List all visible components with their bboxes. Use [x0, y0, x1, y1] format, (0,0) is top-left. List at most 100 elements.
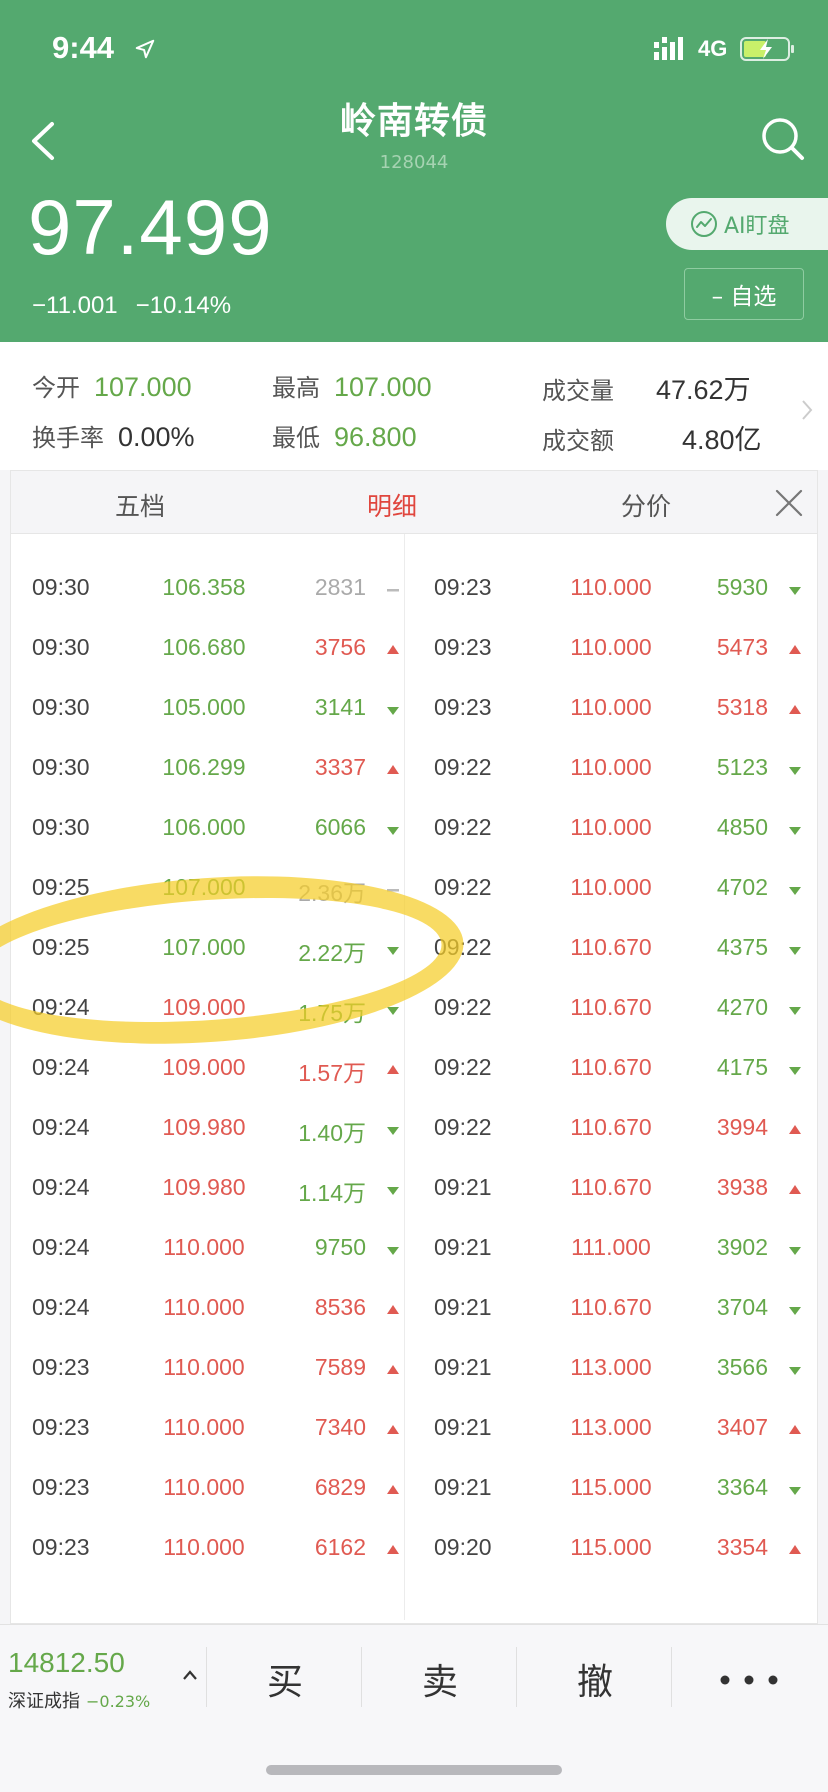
more-dots-icon[interactable]: [718, 1673, 780, 1687]
trade-time: 09:22: [434, 1114, 492, 1140]
tab-details[interactable]: 明细: [367, 487, 417, 523]
down-triangle-icon: [789, 1487, 801, 1495]
trade-time: 09:24: [32, 1054, 90, 1080]
trade-time: 09:24: [32, 1294, 90, 1320]
trade-time: 09:21: [434, 1354, 492, 1380]
divider: [206, 1647, 207, 1707]
down-triangle-icon: [789, 827, 801, 835]
stat-volume: 成交量 47.62万: [542, 368, 751, 407]
up-triangle-icon: [789, 1185, 801, 1194]
up-triangle-icon: [387, 1485, 399, 1494]
tab-bar: 五档 明细 分价: [10, 470, 818, 534]
stat-low: 最低 96.800: [272, 418, 417, 453]
up-triangle-icon: [789, 645, 801, 654]
trade-volume: 3938: [716, 1174, 768, 1200]
trade-row: 09:30 106.680 3756 09:23 110.000 5473: [10, 620, 818, 680]
trade-time: 09:24: [32, 994, 90, 1020]
up-triangle-icon: [789, 1125, 801, 1134]
stat-value: 107.000: [334, 372, 432, 402]
flat-dash-icon: [387, 589, 399, 592]
index-change: −0.23%: [86, 1692, 151, 1711]
up-triangle-icon: [789, 1425, 801, 1434]
stat-label: 最高: [272, 374, 320, 402]
trade-row: 09:24 109.980 1.40万 09:22 110.670 3994: [10, 1100, 818, 1160]
trade-time: 09:30: [32, 754, 90, 780]
trade-volume: 7589: [314, 1354, 366, 1380]
down-triangle-icon: [789, 887, 801, 895]
trade-time: 09:30: [32, 694, 90, 720]
trade-time: 09:23: [32, 1414, 90, 1440]
tab-price-distribution[interactable]: 分价: [621, 487, 671, 523]
stat-value: 4.80亿: [682, 425, 762, 455]
sell-button[interactable]: 卖: [365, 1653, 515, 1705]
trade-time: 09:25: [32, 874, 90, 900]
index-name-row[interactable]: 深证成指 −0.23%: [8, 1687, 150, 1713]
trade-row: 09:24 110.000 8536 09:21 110.670 3704: [10, 1280, 818, 1340]
trade-volume: 5473: [716, 634, 768, 660]
trade-time: 09:23: [434, 574, 492, 600]
down-triangle-icon: [789, 1367, 801, 1375]
trade-volume: 5930: [716, 574, 768, 600]
trade-volume: 4375: [716, 934, 768, 960]
ai-monitor-button[interactable]: AI盯盘: [666, 198, 828, 250]
stock-code: 128044: [379, 152, 449, 173]
watchlist-button[interactable]: – 自选: [684, 268, 804, 320]
trade-volume: 7340: [314, 1414, 366, 1440]
home-indicator: [266, 1765, 562, 1775]
signal-icon: [654, 37, 683, 60]
trade-row: 09:30 106.000 6066 09:22 110.000 4850: [10, 800, 818, 860]
stat-value: 107.000: [94, 372, 192, 402]
up-triangle-icon: [387, 1305, 399, 1314]
quote-stats[interactable]: 今开 107.000 最高 107.000 成交量 47.62万 换手率 0.0…: [0, 342, 828, 470]
trade-volume: 3566: [716, 1354, 768, 1380]
ai-chart-icon: [691, 211, 717, 237]
trade-row: 09:30 106.299 3337 09:22 110.000 5123: [10, 740, 818, 800]
trade-time: 09:21: [434, 1414, 492, 1440]
trade-volume: 1.75万: [298, 1000, 366, 1026]
chevron-up-icon[interactable]: [182, 1669, 198, 1681]
close-icon[interactable]: [773, 487, 805, 519]
change-amount: −11.001: [32, 292, 118, 319]
location-arrow-icon: [135, 39, 155, 59]
index-value[interactable]: 14812.50: [8, 1647, 125, 1679]
down-triangle-icon: [789, 1007, 801, 1015]
chevron-right-icon[interactable]: [800, 398, 814, 422]
trade-volume: 9750: [314, 1234, 366, 1260]
search-icon[interactable]: [760, 116, 806, 162]
trade-row: 09:24 109.980 1.14万 09:21 110.670 3938: [10, 1160, 818, 1220]
buy-button[interactable]: 买: [210, 1653, 360, 1705]
trade-row: 09:25 107.000 2.36万 09:22 110.000 4702: [10, 860, 818, 920]
trade-list[interactable]: 09:30106.010268109:23110.000616209:30106…: [10, 556, 818, 1616]
trade-time: 09:22: [434, 994, 492, 1020]
down-triangle-icon: [387, 947, 399, 955]
trade-time: 09:30: [32, 634, 90, 660]
status-time: 9:44: [52, 30, 115, 65]
trade-time: 09:21: [434, 1234, 492, 1260]
down-triangle-icon: [789, 767, 801, 775]
trade-time: 09:22: [434, 874, 492, 900]
up-triangle-icon: [387, 1545, 399, 1554]
up-triangle-icon: [387, 645, 399, 654]
trade-time: 09:23: [434, 634, 492, 660]
trade-volume: 4270: [716, 994, 768, 1020]
down-triangle-icon: [387, 707, 399, 715]
trade-time: 09:22: [434, 1054, 492, 1080]
stat-label: 成交额: [542, 427, 614, 455]
trade-time: 09:21: [434, 1474, 492, 1500]
up-triangle-icon: [789, 1545, 801, 1554]
trade-volume: 2.22万: [298, 940, 366, 966]
up-triangle-icon: [387, 765, 399, 774]
down-triangle-icon: [789, 1247, 801, 1255]
trade-row: 09:23 110.000 7589 09:21 113.000 3566: [10, 1340, 818, 1400]
cancel-order-button[interactable]: 撤: [520, 1653, 670, 1705]
flat-dash-icon: [387, 889, 399, 892]
trade-volume: 3756: [314, 634, 366, 660]
network-type: 4G: [698, 36, 728, 61]
trade-volume: 3704: [716, 1294, 768, 1320]
up-triangle-icon: [387, 1065, 399, 1074]
stat-value: 47.62万: [656, 375, 751, 405]
stat-label: 换手率: [32, 424, 104, 452]
stat-value: 0.00%: [118, 422, 195, 452]
trade-row: 09:24 109.000 1.75万 09:22 110.670 4270: [10, 980, 818, 1040]
tab-order-book[interactable]: 五档: [115, 487, 165, 523]
